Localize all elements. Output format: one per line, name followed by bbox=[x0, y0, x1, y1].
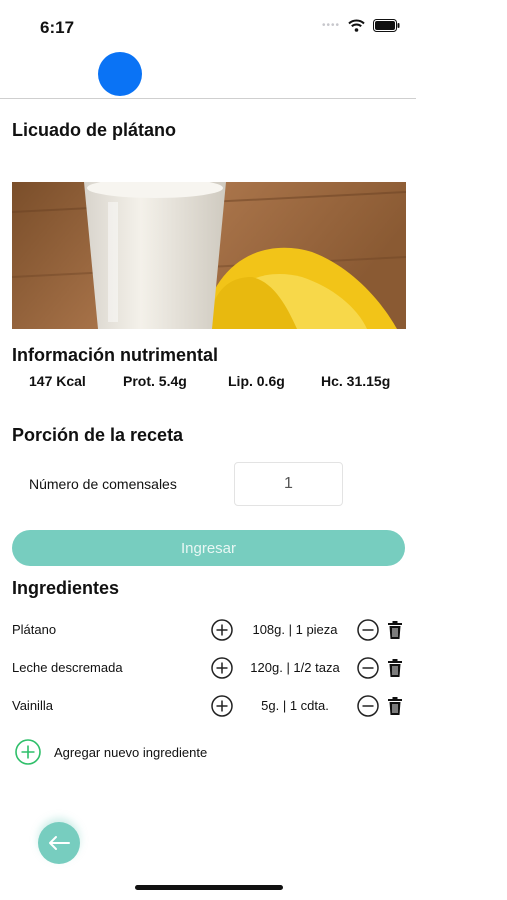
add-ingredient-label: Agregar nuevo ingrediente bbox=[54, 744, 208, 760]
ingredient-row: Vainilla 5g. | 1 cdta. bbox=[12, 694, 408, 718]
increase-icon[interactable] bbox=[210, 618, 234, 642]
nutrition-heading: Información nutrimental bbox=[12, 345, 219, 365]
status-icons: •••• bbox=[322, 19, 400, 32]
decrease-icon[interactable] bbox=[356, 694, 380, 718]
cellular-signal-icon: •••• bbox=[322, 20, 341, 31]
ingredient-quantity: 5g. | 1 cdta. bbox=[261, 698, 329, 713]
trash-icon[interactable] bbox=[387, 696, 403, 716]
nav-dot-button[interactable] bbox=[98, 52, 142, 96]
nutrition-kcal: 147 Kcal bbox=[29, 373, 86, 389]
ingredient-name: Plátano bbox=[12, 622, 57, 637]
diners-input[interactable]: 1 bbox=[234, 462, 343, 506]
ingredient-name: Leche descremada bbox=[12, 660, 123, 675]
back-button[interactable] bbox=[38, 822, 80, 864]
nutrition-lipids: Lip. 0.6g bbox=[228, 373, 285, 389]
submit-button[interactable]: Ingresar bbox=[12, 530, 405, 566]
recipe-title: Licuado de plátano bbox=[12, 120, 177, 140]
ingredient-row: Plátano 108g. | 1 pieza bbox=[12, 618, 408, 642]
increase-icon[interactable] bbox=[210, 694, 234, 718]
ingredient-quantity: 120g. | 1/2 taza bbox=[250, 660, 340, 675]
ingredient-name: Vainilla bbox=[12, 698, 53, 713]
recipe-photo bbox=[12, 182, 406, 329]
status-bar: 6:17 •••• bbox=[0, 0, 416, 52]
navigation-bar bbox=[0, 52, 416, 99]
ingredients-heading: Ingredientes bbox=[12, 578, 120, 598]
trash-icon[interactable] bbox=[387, 658, 403, 678]
ingredient-quantity: 108g. | 1 pieza bbox=[252, 622, 338, 637]
portion-heading: Porción de la receta bbox=[12, 425, 184, 445]
diners-label: Número de comensales bbox=[29, 476, 177, 492]
status-time: 6:17 bbox=[40, 18, 75, 37]
add-circle-icon bbox=[15, 739, 41, 765]
add-ingredient-button[interactable]: Agregar nuevo ingrediente bbox=[14, 738, 207, 766]
decrease-icon[interactable] bbox=[356, 656, 380, 680]
wifi-icon bbox=[348, 19, 365, 32]
ingredient-row: Leche descremada 120g. | 1/2 taza bbox=[12, 656, 408, 680]
nutrition-protein: Prot. 5.4g bbox=[123, 373, 187, 389]
home-indicator bbox=[135, 885, 283, 890]
increase-icon[interactable] bbox=[210, 656, 234, 680]
trash-icon[interactable] bbox=[387, 620, 403, 640]
battery-icon bbox=[373, 19, 400, 32]
decrease-icon[interactable] bbox=[356, 618, 380, 642]
nutrition-carbs: Hc. 31.15g bbox=[321, 373, 391, 389]
arrow-left-icon bbox=[49, 836, 70, 850]
nutrition-values: 147 Kcal Prot. 5.4g Lip. 0.6g Hc. 31.15g bbox=[12, 373, 408, 393]
